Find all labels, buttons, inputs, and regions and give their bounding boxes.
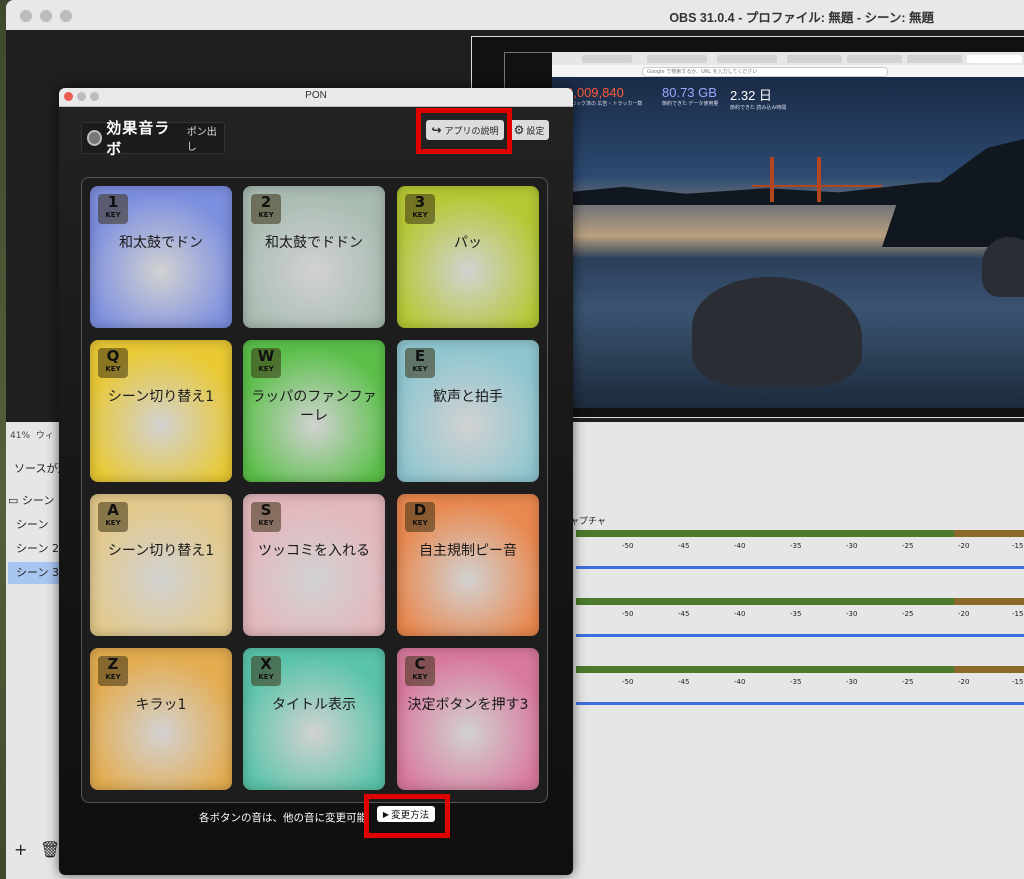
gear-icon: ⚙ — [513, 123, 525, 137]
volume-slider[interactable] — [576, 702, 1024, 705]
volume-slider[interactable] — [576, 634, 1024, 637]
scenes-header: ▭ シーン — [8, 494, 55, 507]
stat-data: 80.73 GB 節約できた データ使用量 — [662, 85, 719, 107]
key-badge: A KEY — [98, 502, 128, 532]
highlight-box — [416, 108, 512, 154]
pon-titlebar: PON — [59, 88, 573, 107]
browser-toolbar: Google で検索するか、URL を入力してください — [552, 65, 1024, 77]
key-badge: Z KEY — [98, 656, 128, 686]
sound-pad-x[interactable]: X KEY タイトル表示 — [243, 648, 385, 790]
volume-meter — [576, 598, 1024, 605]
browser-capture: Google で検索するか、URL を入力してください 4,009,840 ブロ… — [552, 52, 1024, 408]
stat-blocked: 4,009,840 ブロック済の 広告・トラッカー数 — [566, 85, 643, 107]
sound-pad-grid: 1 KEY 和太鼓でドン 2 KEY 和太鼓でドドン 3 KEY パッ Q KEY シー… — [81, 177, 548, 803]
key-badge: 1 KEY — [98, 194, 128, 224]
volume-meter — [576, 530, 1024, 537]
meter-ticks: -50 -45 -40 -35 -30 -25 -20 -15 — [622, 542, 1024, 550]
audio-mixer: ャプチャ -50 -45 -40 -35 -30 -25 -20 -15 -50 -45 -40-… — [570, 508, 1024, 718]
pon-window: PON 効果音ラボ ポン出し ↪ アプリの説明 ⚙ 設定 1 KEY 和太鼓でドン… — [59, 88, 573, 875]
key-badge: 3 KEY — [405, 194, 435, 224]
sound-pad-w[interactable]: W KEY ラッパのファンファーレ — [243, 340, 385, 482]
sound-pad-q[interactable]: Q KEY シーン切り替え1 — [90, 340, 232, 482]
zoom-icon[interactable] — [60, 10, 72, 22]
sound-pad-3[interactable]: 3 KEY パッ — [397, 186, 539, 328]
volume-slider[interactable] — [576, 566, 1024, 569]
logo-icon — [87, 130, 103, 146]
sound-pad-a[interactable]: A KEY シーン切り替え1 — [90, 494, 232, 636]
sound-pad-1[interactable]: 1 KEY 和太鼓でドン — [90, 186, 232, 328]
meter-ticks: -50 -45 -40 -35 -30 -25 -20 -15 — [622, 610, 1024, 618]
footer-note: 各ボタンの音は、他の音に変更可能 — [199, 812, 367, 824]
sound-pad-e[interactable]: E KEY 歓声と拍手 — [397, 340, 539, 482]
browser-url-bar: Google で検索するか、URL を入力してください — [642, 67, 888, 77]
key-badge: E KEY — [405, 348, 435, 378]
sound-pad-d[interactable]: D KEY 自主規制ピー音 — [397, 494, 539, 636]
key-badge: X KEY — [251, 656, 281, 686]
key-badge: W KEY — [251, 348, 281, 378]
zoom-level: 41% ウィ — [10, 431, 54, 441]
browser-tabbar — [552, 52, 1024, 65]
key-badge: S KEY — [251, 502, 281, 532]
settings-button[interactable]: ⚙ 設定 — [509, 120, 549, 140]
volume-meter — [576, 666, 1024, 673]
wallpaper-photo: 4,009,840 ブロック済の 広告・トラッカー数 80.73 GB 節約でき… — [552, 77, 1024, 408]
app-logo: 効果音ラボ ポン出し — [81, 119, 225, 158]
pon-window-title: PON — [305, 90, 327, 101]
scene-item[interactable]: シーン — [8, 514, 60, 536]
minimize-icon[interactable] — [40, 10, 52, 22]
key-badge: D KEY — [405, 502, 435, 532]
sound-pad-2[interactable]: 2 KEY 和太鼓でドドン — [243, 186, 385, 328]
obs-window-title: OBS 31.0.4 - プロファイル: 無題 - シーン: 無題 — [669, 11, 934, 25]
highlight-box — [364, 794, 450, 838]
stat-time: 2.32 日 節約できた 読み込み時間 — [730, 88, 787, 111]
mixer-source-label: ャプチャ — [570, 517, 606, 527]
meter-ticks: -50 -45 -40 -35 -30 -25 -20 -15 — [622, 678, 1024, 686]
trash-icon[interactable]: 🗑 — [40, 840, 60, 859]
sound-pad-z[interactable]: Z KEY キラッ1 — [90, 648, 232, 790]
obs-titlebar: OBS 31.0.4 - プロファイル: 無題 - シーン: 無題 — [6, 0, 1024, 31]
sound-pad-s[interactable]: S KEY ツッコミを入れる — [243, 494, 385, 636]
scene-item[interactable]: シーン 2 — [8, 538, 60, 560]
key-badge: C KEY — [405, 656, 435, 686]
key-badge: Q KEY — [98, 348, 128, 378]
close-icon[interactable] — [20, 10, 32, 22]
sound-pad-c[interactable]: C KEY 決定ボタンを押す3 — [397, 648, 539, 790]
scene-item-selected[interactable]: シーン 3 — [8, 562, 60, 584]
key-badge: 2 KEY — [251, 194, 281, 224]
add-scene-icon[interactable]: + — [14, 840, 27, 859]
